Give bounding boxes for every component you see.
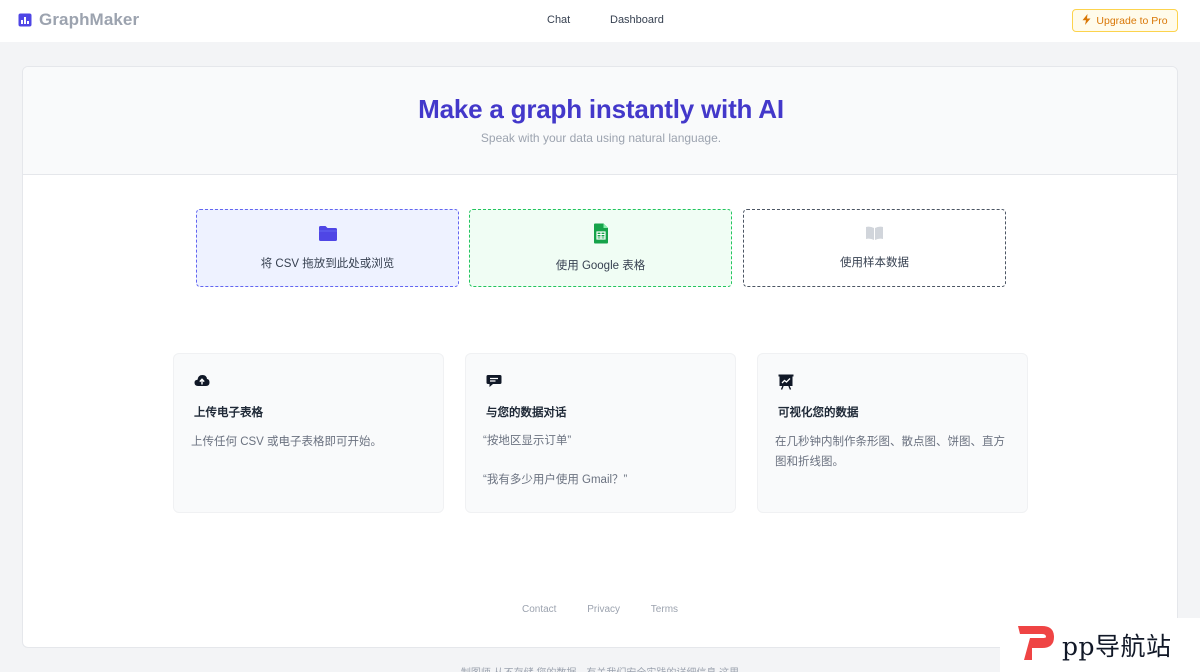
footer-terms-link[interactable]: Terms [651, 604, 678, 615]
main-card: Make a graph instantly with AI Speak wit… [22, 66, 1178, 648]
feature-title: 与您的数据对话 [486, 407, 567, 419]
example-query: “我有多少用户使用 Gmail？” [483, 474, 628, 486]
upgrade-button[interactable]: Upgrade to Pro [1072, 9, 1178, 32]
feature-card-chat: 与您的数据对话 “按地区显示订单” “我有多少用户使用 Gmail？” [465, 353, 736, 513]
book-icon [865, 226, 884, 246]
lightning-icon [1082, 13, 1091, 28]
example-query: “按地区显示订单” [483, 435, 572, 447]
watermark-overlay: pp导航站 [1000, 618, 1200, 672]
p-logo-icon [1016, 624, 1056, 667]
brand-logo[interactable]: GraphMaker [18, 10, 139, 30]
footer-links: Contact Privacy Terms [23, 604, 1177, 615]
sample-data-option[interactable]: 使用样本数据 [743, 209, 1006, 287]
sample-data-label: 使用样本数据 [840, 257, 909, 269]
chat-bubble-icon [486, 374, 502, 393]
feature-title: 上传电子表格 [194, 407, 263, 419]
google-sheets-icon [593, 223, 609, 249]
feature-title: 可视化您的数据 [778, 407, 859, 419]
top-navbar: GraphMaker Chat Dashboard Upgrade to Pro [0, 0, 1200, 42]
cloud-upload-icon [194, 374, 210, 392]
bar-chart-icon [18, 13, 32, 27]
csv-option-label: 将 CSV 拖放到此处或浏览 [260, 258, 395, 270]
upload-csv-dropzone[interactable]: 将 CSV 拖放到此处或浏览 [196, 209, 459, 287]
nav-chat[interactable]: Chat [547, 14, 570, 26]
nav-dashboard[interactable]: Dashboard [610, 14, 664, 26]
google-sheets-option[interactable]: 使用 Google 表格 [469, 209, 732, 287]
feature-description: 上传任何 CSV 或电子表格即可开始。 [191, 436, 383, 448]
watermark-text: pp导航站 [1062, 632, 1172, 661]
feature-card-upload: 上传电子表格 上传任何 CSV 或电子表格即可开始。 [173, 353, 444, 513]
brand-name: GraphMaker [39, 10, 140, 29]
page-subtitle: Speak with your data using natural langu… [480, 131, 722, 145]
footer-privacy-link[interactable]: Privacy [587, 604, 620, 615]
feature-card-visualize: 可视化您的数据 在几秒钟内制作条形图、散点图、饼图、直方图和折线图。 [757, 353, 1028, 513]
folder-icon [318, 225, 338, 247]
feature-description: 在几秒钟内制作条形图、散点图、饼图、直方图和折线图。 [775, 436, 1005, 468]
chart-board-icon [778, 374, 794, 395]
google-sheets-label: 使用 Google 表格 [555, 260, 646, 272]
upgrade-label: Upgrade to Pro [1096, 14, 1168, 27]
hero-section: Make a graph instantly with AI Speak wit… [23, 67, 1177, 175]
page-title: Make a graph instantly with AI [418, 94, 784, 124]
footer-contact-link[interactable]: Contact [522, 604, 556, 615]
